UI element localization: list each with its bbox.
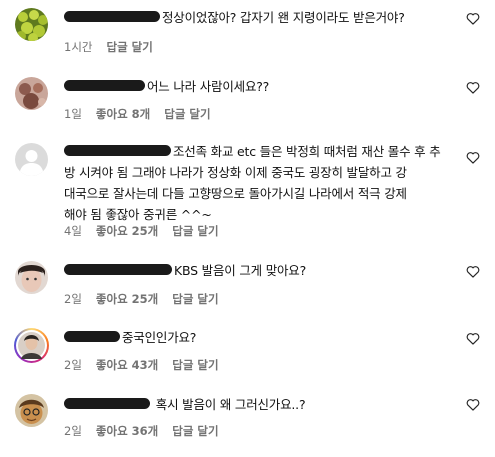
comment-meta: 1시간 답글 달기 [64, 39, 167, 55]
heart-icon[interactable] [466, 332, 480, 345]
avatar[interactable] [15, 77, 48, 110]
timestamp: 2일 [64, 292, 82, 306]
comment-text: 어느 나라 사람이세요?? [64, 76, 459, 97]
comment-body: 어느 나라 사람이세요?? [147, 79, 270, 94]
avatar-image [15, 261, 48, 294]
timestamp: 1시간 [64, 40, 93, 54]
like-count[interactable]: 좋아요 36개 [96, 424, 158, 438]
comment-meta: 2일 좋아요 36개 답글 달기 [64, 423, 233, 439]
comment-body: 혹시 발음이 왜 그러신가요..? [155, 397, 306, 412]
comment-body: 정상이었잖아? 갑자기 왠 지령이라도 받은거야? [162, 10, 405, 25]
avatar[interactable] [15, 8, 48, 41]
avatar-image [16, 330, 47, 361]
reply-button[interactable]: 답글 달기 [172, 224, 218, 238]
comment-line: 방 시켜야 됨 그래야 나라가 정상화 이제 중국도 굉장히 발달하고 강 [64, 165, 407, 180]
avatar[interactable] [15, 261, 48, 294]
comment-text: 조선족 화교 etc 들은 박정희 때처럼 재산 몰수 후 추 방 시켜야 됨 … [64, 141, 459, 225]
heart-icon[interactable] [466, 151, 480, 164]
comment-text: 정상이었잖아? 갑자기 왠 지령이라도 받은거야? [64, 7, 459, 28]
avatar-story-ring[interactable] [14, 328, 49, 363]
comment-body: KBS 발음이 그게 맞아요? [174, 263, 307, 278]
avatar-image [15, 77, 48, 110]
timestamp: 2일 [64, 424, 82, 438]
default-avatar-icon [15, 143, 48, 176]
timestamp: 1일 [64, 107, 82, 121]
like-count[interactable]: 좋아요 25개 [96, 224, 158, 238]
comment-text: 혹시 발음이 왜 그러신가요..? [64, 394, 459, 415]
comment-body: 중국인인가요? [122, 330, 197, 345]
comment-text: 중국인인가요? [64, 327, 459, 348]
comment-body: 조선족 화교 etc 들은 박정희 때처럼 재산 몰수 후 추 [173, 144, 441, 159]
heart-icon[interactable] [466, 398, 480, 411]
avatar-image [15, 8, 48, 41]
like-count[interactable]: 좋아요 8개 [96, 107, 150, 121]
reply-button[interactable]: 답글 달기 [172, 292, 218, 306]
reply-button[interactable]: 답글 달기 [172, 358, 218, 372]
redacted-username[interactable] [64, 264, 172, 275]
comment-meta: 1일 좋아요 8개 답글 달기 [64, 106, 225, 122]
timestamp: 2일 [64, 358, 82, 372]
avatar[interactable] [15, 394, 48, 427]
redacted-username[interactable] [64, 145, 171, 156]
redacted-username[interactable] [64, 11, 160, 22]
comment-text: KBS 발음이 그게 맞아요? [64, 260, 459, 281]
redacted-username[interactable] [64, 398, 150, 409]
heart-icon[interactable] [466, 12, 480, 25]
comment-line: 조선족 화교 etc 들은 박정희 때처럼 재산 몰수 후 추 [64, 141, 459, 162]
redacted-username[interactable] [64, 331, 120, 342]
reply-button[interactable]: 답글 달기 [106, 40, 152, 54]
reply-button[interactable]: 답글 달기 [172, 424, 218, 438]
comment-line: 해야 됨 좋잖아 중귀른 ^^~ [64, 207, 212, 222]
heart-icon[interactable] [466, 81, 480, 94]
like-count[interactable]: 좋아요 43개 [96, 358, 158, 372]
comment-line: 대국으로 잘사는데 다들 고향땅으로 돌아가시길 나라에서 적극 강제 [64, 186, 407, 201]
timestamp: 4일 [64, 224, 82, 238]
avatar[interactable] [15, 143, 48, 176]
heart-icon[interactable] [466, 265, 480, 278]
like-count[interactable]: 좋아요 25개 [96, 292, 158, 306]
comment-meta: 2일 좋아요 25개 답글 달기 [64, 291, 233, 307]
avatar-image [15, 394, 48, 427]
reply-button[interactable]: 답글 달기 [164, 107, 210, 121]
redacted-username[interactable] [64, 80, 145, 91]
comment-meta: 2일 좋아요 43개 답글 달기 [64, 357, 233, 373]
comment-meta: 4일 좋아요 25개 답글 달기 [64, 223, 233, 239]
